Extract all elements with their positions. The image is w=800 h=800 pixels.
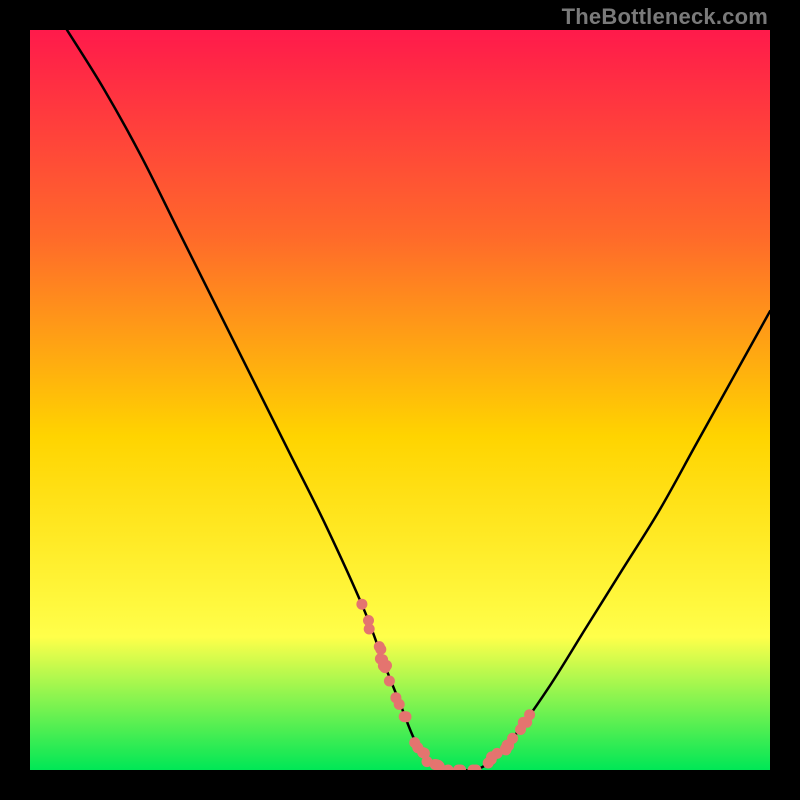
highlight-dot bbox=[401, 711, 412, 722]
highlight-dot bbox=[486, 751, 497, 762]
gradient-background bbox=[30, 30, 770, 770]
chart-frame bbox=[30, 30, 770, 770]
highlight-dot bbox=[422, 756, 433, 767]
watermark-text: TheBottleneck.com bbox=[562, 4, 768, 30]
highlight-dot bbox=[409, 737, 420, 748]
highlight-dot bbox=[356, 599, 367, 610]
highlight-dot bbox=[500, 743, 511, 754]
highlight-dot bbox=[384, 676, 395, 687]
highlight-dot bbox=[377, 654, 388, 665]
highlight-dot bbox=[515, 724, 526, 735]
highlight-dot bbox=[524, 709, 535, 720]
highlight-dot bbox=[390, 692, 401, 703]
bottleneck-curve-chart bbox=[30, 30, 770, 770]
highlight-dot bbox=[375, 644, 386, 655]
highlight-dot bbox=[363, 615, 374, 626]
